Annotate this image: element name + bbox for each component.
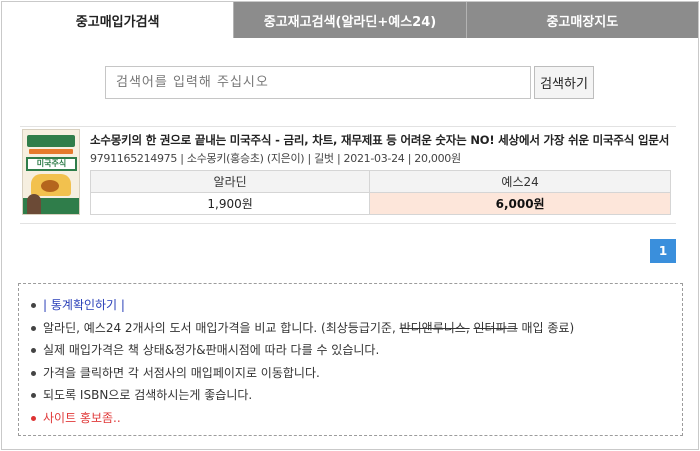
list-item: 사이트 홍보좀..: [31, 407, 682, 430]
book-isbn: 9791165214975: [90, 152, 178, 165]
search-bar: 검색하기: [105, 66, 594, 99]
book-author: 소수몽키(홍승초) (지은이): [186, 152, 305, 165]
divider: [20, 126, 676, 127]
price-comparison-table: 알라딘 예스24 1,900원 6,000원: [89, 170, 671, 215]
cover-title-text: 미국주식: [26, 157, 77, 171]
tab-used-store-map[interactable]: 중고매장지도: [466, 2, 698, 38]
column-header-yes24: 예스24: [369, 170, 671, 193]
discontinued-store-interpark: 인터파크: [473, 320, 518, 335]
cover-author-photo: [27, 194, 41, 214]
meta-separator: |: [180, 152, 187, 165]
table-row: 1,900원 6,000원: [89, 192, 671, 215]
book-meta: 9791165214975 | 소수몽키(홍승초) (지은이) | 길벗 | 2…: [90, 150, 461, 166]
book-cover-image[interactable]: 미국주식: [22, 129, 80, 215]
book-publisher: 길벗: [314, 152, 334, 165]
price-yes24[interactable]: 6,000원: [369, 192, 671, 215]
book-date: 2021-03-24: [343, 152, 405, 165]
book-title[interactable]: 소수몽키의 한 권으로 끝내는 미국주식 - 금리, 차트, 재무제표 등 어려…: [90, 132, 669, 148]
notice-box: | 통계확인하기 | 알라딘, 예스24 2개사의 도서 매입가격을 비교 합니…: [18, 283, 683, 436]
page-frame: 중고매입가검색 중고재고검색(알라딘+예스24) 중고매장지도 검색하기 미국주…: [1, 1, 699, 450]
notice-text: 매입 종료): [517, 320, 575, 335]
list-item: 알라딘, 예스24 2개사의 도서 매입가격을 비교 합니다. (최상등급기준,…: [31, 317, 682, 340]
list-item: | 통계확인하기 |: [31, 294, 682, 317]
search-button[interactable]: 검색하기: [534, 66, 594, 99]
discontinued-store-bandi: 반디앤루니스,: [399, 320, 470, 335]
cover-decoration: [29, 149, 73, 154]
tab-bar: 중고매입가검색 중고재고검색(알라딘+예스24) 중고매장지도: [2, 2, 698, 38]
cover-illustration: [41, 180, 59, 192]
search-input[interactable]: [105, 66, 531, 99]
list-item: 되도록 ISBN으로 검색하시는게 좋습니다.: [31, 384, 682, 407]
tab-used-stock-search[interactable]: 중고재고검색(알라딘+예스24): [233, 2, 467, 38]
book-list-price: 20,000원: [414, 152, 461, 165]
table-header-row: 알라딘 예스24: [89, 170, 671, 193]
promo-link[interactable]: 사이트 홍보좀..: [43, 411, 121, 425]
notice-text: 실제 매입가격은 책 상태&정가&판매시점에 따라 다를 수 있습니다.: [43, 343, 380, 357]
pagination-page-button[interactable]: 1: [650, 239, 676, 263]
notice-text: 가격을 클릭하면 각 서점사의 매입페이지로 이동합니다.: [43, 365, 320, 380]
tab-used-buyback-price-search[interactable]: 중고매입가검색: [2, 2, 234, 38]
divider: [20, 223, 676, 224]
meta-separator: |: [336, 152, 344, 165]
notice-list: | 통계확인하기 | 알라딘, 예스24 2개사의 도서 매입가격을 비교 합니…: [31, 294, 682, 429]
list-item: 실제 매입가격은 책 상태&정가&판매시점에 따라 다를 수 있습니다.: [31, 339, 682, 362]
notice-text: 알라딘, 예스24 2개사의 도서 매입가격을 비교 합니다. (최상등급기준,: [43, 320, 400, 335]
price-aladin[interactable]: 1,900원: [89, 192, 371, 215]
cover-decoration: [27, 135, 75, 147]
stats-link[interactable]: | 통계확인하기 |: [43, 298, 125, 312]
notice-text: 되도록 ISBN으로 검색하시는게 좋습니다.: [43, 388, 253, 402]
list-item: 가격을 클릭하면 각 서점사의 매입페이지로 이동합니다.: [31, 362, 682, 385]
column-header-aladin: 알라딘: [89, 170, 371, 193]
